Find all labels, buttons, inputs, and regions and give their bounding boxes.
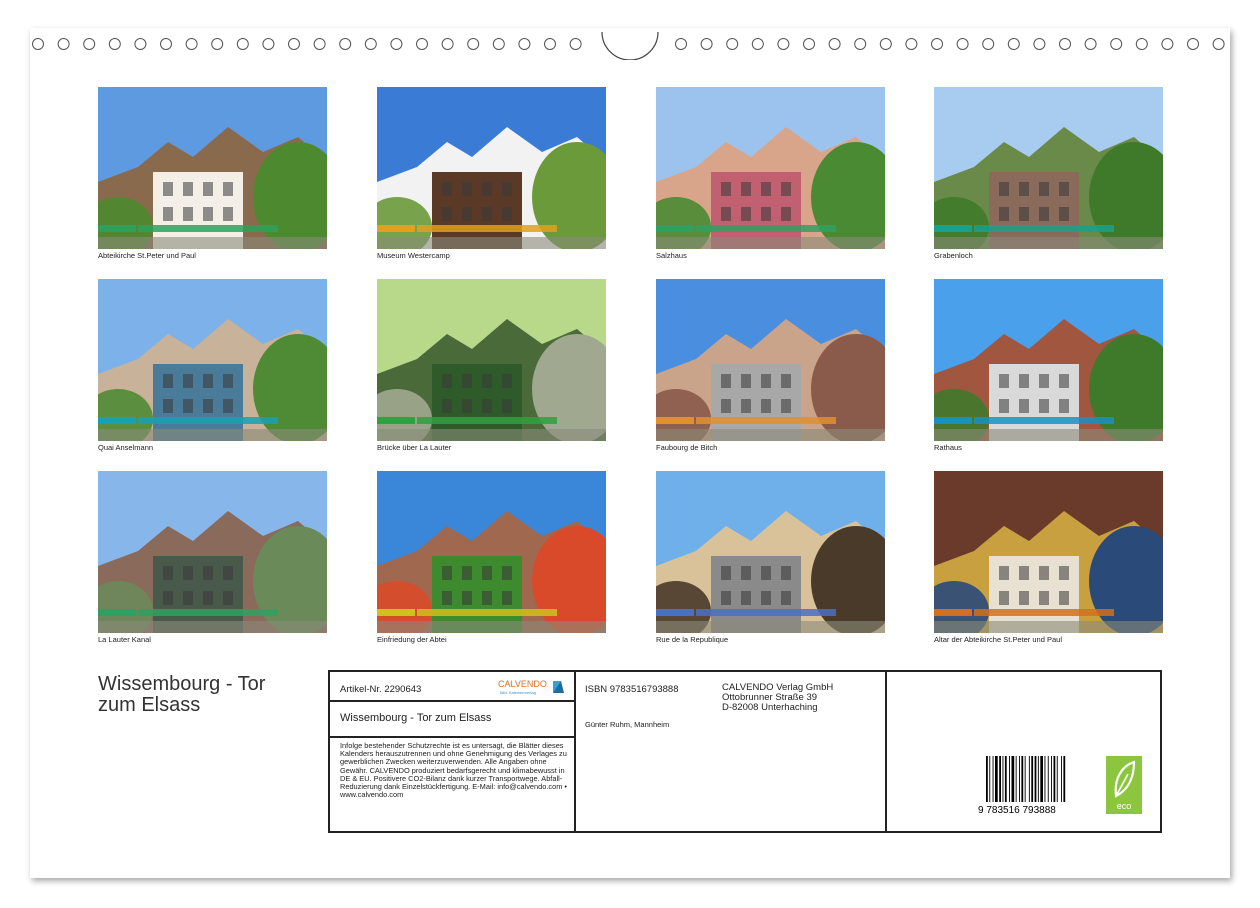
binding-hole bbox=[726, 38, 739, 50]
calendar-title-line2: zum Elsass bbox=[98, 694, 201, 716]
binding-hole bbox=[262, 38, 275, 50]
binding-hole bbox=[1033, 38, 1046, 50]
binding-hole bbox=[931, 38, 943, 50]
binding-hole bbox=[905, 38, 918, 50]
barcode-digits: 9 783516 793888 bbox=[978, 805, 1056, 814]
binding-hole bbox=[236, 38, 249, 50]
calendar-title-line1: Wissembourg - Tor bbox=[98, 673, 266, 695]
abbey-wall-photo bbox=[377, 471, 606, 633]
binding-hole bbox=[1161, 38, 1174, 50]
photo-caption: Rathaus bbox=[934, 443, 962, 452]
binding-hole bbox=[492, 38, 505, 50]
binding-hole bbox=[313, 38, 326, 50]
binding-hole bbox=[518, 38, 531, 50]
spiral-binding bbox=[32, 31, 1225, 60]
binding-hole bbox=[956, 38, 969, 50]
photo-caption: Museum Westercamp bbox=[377, 251, 450, 260]
binding-hole bbox=[390, 38, 403, 50]
binding-hole bbox=[1007, 38, 1020, 50]
bridge-photo bbox=[377, 279, 606, 441]
binding-hole bbox=[1110, 38, 1123, 50]
street-photo bbox=[656, 279, 885, 441]
binding-hole bbox=[982, 38, 995, 50]
eco-badge: eco bbox=[1106, 756, 1142, 814]
eco-label: eco bbox=[1117, 801, 1132, 811]
calvendo-brand: CALVENDO bbox=[498, 679, 547, 689]
half-timbered-house-photo bbox=[377, 87, 606, 249]
publisher-city: D-82008 Unterhaching bbox=[722, 702, 818, 713]
binding-hole bbox=[675, 38, 687, 50]
binding-hole bbox=[57, 38, 70, 50]
altar-photo bbox=[934, 471, 1163, 633]
binding-hole bbox=[828, 38, 841, 50]
photo-caption: Abteikirche St.Peter und Paul bbox=[98, 251, 196, 260]
article-number: Artikel-Nr. 2290643 bbox=[340, 684, 422, 695]
canal-photo bbox=[98, 279, 327, 441]
binding-hole bbox=[1187, 38, 1199, 50]
binding-hole bbox=[441, 38, 454, 50]
town-hall-photo bbox=[934, 279, 1163, 441]
binding-hole bbox=[700, 38, 713, 50]
binding-hole bbox=[32, 38, 44, 50]
binding-hole bbox=[108, 38, 121, 50]
binding-hole bbox=[416, 38, 428, 50]
calvendo-tagline: Bild. Kalenderverlag bbox=[500, 690, 536, 695]
salt-house-photo bbox=[656, 87, 885, 249]
photo-caption: Salzhaus bbox=[656, 251, 687, 260]
binding-hole bbox=[467, 38, 480, 50]
binding-hole bbox=[364, 38, 377, 50]
binding-hole bbox=[1084, 38, 1097, 50]
binding-hole bbox=[854, 38, 867, 50]
binding-hole bbox=[544, 38, 556, 50]
binding-hole bbox=[569, 38, 582, 50]
photo-caption: Altar der Abteikirche St.Peter und Paul bbox=[934, 635, 1062, 644]
binding-hole bbox=[160, 38, 172, 50]
binding-hole bbox=[134, 38, 147, 50]
photo-caption: La Lauter Kanal bbox=[98, 635, 151, 644]
binding-hole bbox=[339, 38, 352, 50]
river-channel-photo bbox=[98, 471, 327, 633]
author: Günter Ruhm, Mannheim bbox=[585, 720, 670, 729]
binding-hole bbox=[288, 38, 300, 50]
legal-notice: Infolge bestehender Schutzrechte ist es … bbox=[340, 741, 567, 800]
calendar-title: Wissembourg - Tor zum Elsass bbox=[98, 674, 318, 716]
city-wall-photo bbox=[934, 87, 1163, 249]
photo-caption: Grabenloch bbox=[934, 251, 973, 260]
publisher-address: CALVENDO Verlag GmbH Ottobrunner Straße … bbox=[722, 683, 833, 713]
binding-hole bbox=[803, 38, 815, 50]
binding-hole bbox=[751, 38, 764, 50]
binding-hole bbox=[211, 38, 224, 50]
binding-hole bbox=[879, 38, 892, 50]
binding-hole bbox=[777, 38, 790, 50]
binding-hole bbox=[1135, 38, 1148, 50]
photo-caption: Einfriedung der Abtei bbox=[377, 635, 447, 644]
church-photo bbox=[98, 87, 327, 249]
photo-caption: Quai Anselmann bbox=[98, 443, 154, 452]
binding-hole bbox=[185, 38, 198, 50]
photo-caption: Rue de la Republique bbox=[656, 635, 729, 644]
old-town-street-photo bbox=[656, 471, 885, 633]
binding-hole bbox=[83, 38, 96, 50]
photo-caption: Brücke über La Lauter bbox=[377, 443, 452, 452]
barcode: 9 783516 793888 bbox=[978, 756, 1066, 814]
binding-hole bbox=[1212, 38, 1225, 50]
isbn: ISBN 9783516793888 bbox=[585, 684, 679, 695]
binding-hole bbox=[1059, 38, 1071, 50]
photo-caption: Faubourg de Bitch bbox=[656, 443, 718, 452]
calvendo-logo: CALVENDO Bild. Kalenderverlag bbox=[498, 679, 564, 695]
info-box: Artikel-Nr. 2290643 CALVENDO Bild. Kalen… bbox=[328, 670, 1162, 833]
product-title: Wissembourg - Tor zum Elsass bbox=[340, 712, 492, 724]
